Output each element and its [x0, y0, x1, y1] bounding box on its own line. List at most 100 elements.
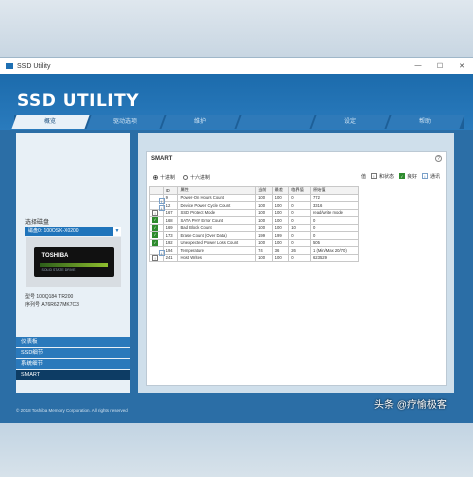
cell-raw: 0 — [309, 223, 360, 232]
sidebar: 选择磁盘 磁盘0: 100OSK-X0200 ▼ TOSHIBA SOLID S… — [16, 133, 130, 393]
cell-thr: 0 — [288, 193, 311, 202]
desktop-background-bottom — [0, 423, 473, 477]
status-cell: ✓ — [149, 216, 164, 225]
cell-cur: 100 — [255, 238, 273, 247]
sidebar-item-ssd-details[interactable]: SSD细节 — [16, 348, 130, 358]
app-icon — [6, 63, 13, 69]
radio-unselected-icon — [183, 175, 188, 180]
table-row: ✓ 169 Bad Block Count 100 100 10 0 — [149, 223, 360, 232]
help-icon[interactable]: ? — [435, 155, 442, 162]
cell-worst: 100 — [271, 216, 290, 225]
tab-maintenance[interactable]: 维护 — [161, 115, 240, 129]
sidebar-item-smart[interactable]: SMART — [16, 370, 130, 380]
ssd-brand: TOSHIBA — [41, 253, 69, 259]
smart-panel: SMART ? 十进制 十六进制 值 ! 和状态 ✓ 良好 i 通讯 ID 属性 当前 最差… — [146, 151, 447, 386]
cell-thr: 0 — [288, 231, 311, 240]
cell-raw: 623529 — [309, 253, 360, 262]
drive-serial: 序列号 A76R627MK7C3 — [25, 302, 79, 308]
app-logo: SSD UTILITY — [17, 91, 140, 111]
check-icon: ✓ — [152, 232, 158, 239]
title-bar: SSD Utility — ☐ ✕ — [0, 58, 473, 74]
drive-select-label: 选择磁盘 — [25, 220, 50, 226]
table-row: ✓ 173 Erase Count (Over Data) 199 199 0 0 — [149, 231, 360, 240]
legend-warning-label: 和状态 — [378, 174, 394, 180]
info-icon: i — [158, 205, 165, 212]
column-header[interactable]: ID — [162, 186, 179, 195]
cell-cur: 100 — [255, 223, 273, 232]
check-icon: ✓ — [152, 217, 158, 224]
column-header[interactable] — [149, 186, 164, 195]
desktop-background-top — [0, 0, 473, 57]
info-icon: i — [421, 173, 428, 179]
cell-name: Device Power Cycle Count — [177, 201, 257, 210]
cell-worst: 100 — [271, 238, 290, 247]
cell-worst: 100 — [271, 223, 290, 232]
cell-raw: 1 (Min/Max 20/70) — [309, 246, 360, 255]
smart-table: ID 属性 当前 最差 临界值 原始值 i 9 Power-On Hours Count 100… — [149, 186, 360, 262]
drive-select[interactable]: 磁盘0: 100OSK-X0200 ▼ — [25, 227, 121, 236]
table-row: ✓ 192 Unexpected Power Loss Count 100 100 0 50… — [149, 238, 360, 247]
chevron-down-icon[interactable]: ▼ — [113, 227, 121, 236]
app-window: SSD Utility — ☐ ✕ SSD UTILITY 概览 驱动选项 维护… — [0, 57, 473, 423]
legend-prefix: 值 — [360, 174, 366, 180]
check-icon: ✓ — [152, 224, 158, 231]
sidebar-item-dashboard[interactable]: 仪表板 — [16, 337, 130, 347]
cell-worst: 100 — [271, 253, 290, 262]
ssd-stripe — [39, 263, 108, 267]
tab-blank[interactable] — [236, 115, 315, 129]
sidebar-item-system-details[interactable]: 系统细节 — [16, 359, 130, 369]
cell-id: 167 — [162, 208, 179, 217]
column-header[interactable]: 最差 — [271, 186, 290, 195]
cell-raw: 0 — [309, 216, 360, 225]
table-row: i 12 Device Power Cycle Count 100 100 0 3316 — [149, 201, 360, 212]
radio-hex[interactable]: 十六进制 — [183, 174, 210, 181]
table-row: i 9 Power-On Hours Count 100 100 0 772 — [149, 193, 360, 204]
ssd-image: TOSHIBA SOLID STATE DRIVE — [26, 237, 121, 287]
cell-id: 9 — [162, 193, 179, 202]
cell-cur: 100 — [255, 253, 273, 262]
table-row: ! 241 Host Writes 100 100 0 623529 — [149, 253, 360, 262]
column-header[interactable]: 原始值 — [309, 186, 360, 195]
check-icon: ✓ — [152, 239, 158, 246]
table-row: i 194 Temperature 74 36 26 1 (Min/Max 20/70) — [149, 246, 360, 257]
watermark: 头条 @疗愉极客 — [374, 400, 447, 411]
cell-name: Bad Block Count — [177, 223, 257, 232]
column-header[interactable]: 当前 — [255, 186, 273, 195]
cell-cur: 100 — [255, 193, 273, 202]
tab-overview[interactable]: 概览 — [11, 115, 90, 129]
cell-raw: read/write mode — [309, 208, 360, 217]
status-cell: ✓ — [149, 223, 164, 232]
column-header[interactable]: 属性 — [177, 186, 257, 195]
radio-hex-label: 十六进制 — [190, 175, 211, 181]
panel-title: SMART — [151, 156, 173, 162]
maximize-button[interactable]: ☐ — [429, 62, 451, 70]
cell-id: 173 — [162, 231, 179, 240]
tab-drive-options[interactable]: 驱动选项 — [86, 115, 165, 129]
cell-cur: 100 — [255, 201, 273, 210]
minimize-button[interactable]: — — [407, 62, 429, 70]
cell-worst: 199 — [271, 231, 290, 240]
copyright-footer: © 2018 Toshiba Memory Corporation. All r… — [16, 408, 128, 413]
cell-thr: 0 — [288, 253, 311, 262]
cell-worst: 36 — [271, 246, 290, 255]
cell-name: Host Writes — [177, 253, 257, 262]
cell-thr: 0 — [288, 238, 311, 247]
status-legend: 值 ! 和状态 ✓ 良好 i 通讯 — [361, 173, 440, 180]
legend-info-label: 通讯 — [429, 174, 440, 180]
cell-name: SSD Protect Mode — [177, 208, 257, 217]
tab-help[interactable]: 帮助 — [386, 115, 465, 129]
column-header[interactable]: 临界值 — [288, 186, 311, 195]
close-button[interactable]: ✕ — [451, 62, 473, 70]
sidebar-menu: 仪表板 SSD细节 系统细节 SMART — [16, 337, 130, 381]
cell-raw: 772 — [309, 193, 360, 202]
cell-worst: 100 — [271, 193, 290, 202]
radio-decimal-label: 十进制 — [160, 175, 176, 181]
cell-worst: 100 — [271, 201, 290, 210]
cell-cur: 100 — [255, 208, 273, 217]
cell-cur: 199 — [255, 231, 273, 240]
check-icon: ✓ — [398, 173, 405, 179]
tab-settings[interactable]: 设定 — [311, 115, 390, 129]
cell-name: Erase Count (Over Data) — [177, 231, 257, 240]
cell-id: 169 — [162, 223, 179, 232]
radio-decimal[interactable]: 十进制 — [153, 174, 175, 181]
